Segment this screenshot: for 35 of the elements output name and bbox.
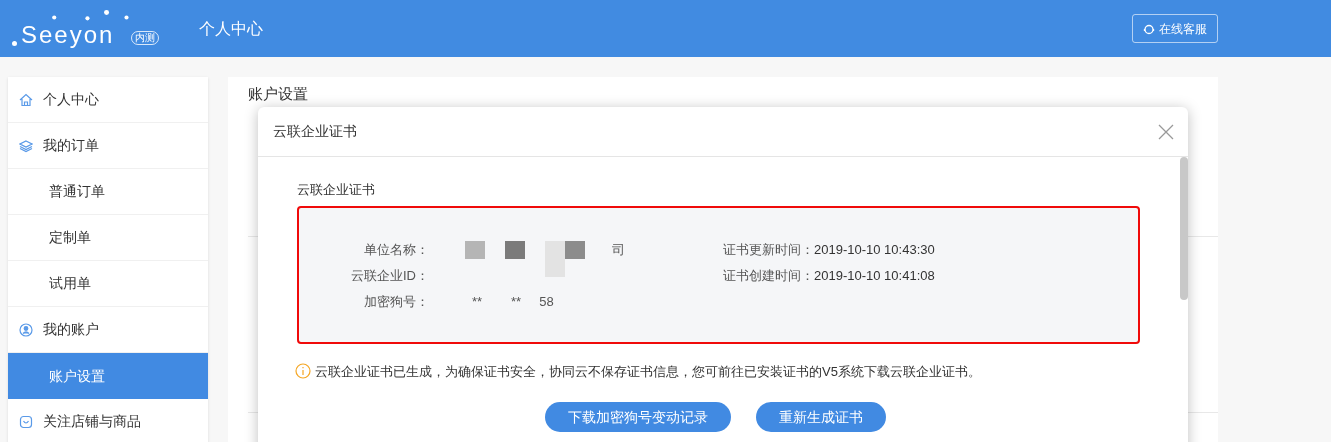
action-button[interactable]: 重新生成证书	[756, 402, 886, 432]
info-icon	[295, 363, 311, 380]
field-label: 单位名称：	[363, 240, 429, 259]
sidebar-item[interactable]: 定制单	[8, 215, 208, 261]
sidebar-item[interactable]: 我的订单	[8, 123, 208, 169]
field-label: 加密狗号：	[363, 292, 429, 311]
dialog-title: 云联企业证书	[273, 122, 357, 141]
redaction-block	[465, 240, 485, 259]
notice-text: 云联企业证书已生成，为确保证书安全，协同云不保存证书信息，您可前往已安装证书的V5系统下载云联企业证书。	[315, 362, 981, 381]
close-icon[interactable]	[1158, 123, 1174, 140]
sidebar-item[interactable]: 关注店铺与商品	[8, 399, 208, 442]
page-title: 个人中心	[199, 18, 263, 39]
redaction-block	[505, 240, 525, 259]
shield-icon	[19, 414, 33, 429]
home-icon	[19, 92, 33, 107]
user-icon	[19, 322, 33, 337]
section-title: 云联企业证书	[297, 181, 375, 199]
field-label: 证书创建时间：	[723, 266, 814, 285]
logo: Seeyon	[21, 20, 115, 49]
field-label: 证书更新时间：	[723, 240, 814, 259]
field-value: 司	[612, 240, 625, 259]
section-heading: 账户设置	[248, 84, 308, 104]
sidebar-item[interactable]: 试用单	[8, 261, 208, 307]
sidebar-item[interactable]: 账户设置	[8, 353, 208, 399]
field-value: ** ** 58	[472, 292, 554, 311]
layers-icon	[19, 138, 33, 153]
headset-icon	[1143, 22, 1155, 35]
field-value: 2019-10-10 10:43:30	[814, 240, 935, 259]
action-button[interactable]: 下载加密狗号变动记录	[545, 402, 731, 432]
online-service-button[interactable]: 在线客服	[1132, 14, 1218, 43]
field-label: 云联企业ID：	[350, 266, 429, 285]
sidebar-item[interactable]: 个人中心	[8, 77, 208, 123]
sidebar-item[interactable]: 普通订单	[8, 169, 208, 215]
field-value: 2019-10-10 10:41:08	[814, 266, 935, 285]
sidebar-item[interactable]: 我的账户	[8, 307, 208, 353]
